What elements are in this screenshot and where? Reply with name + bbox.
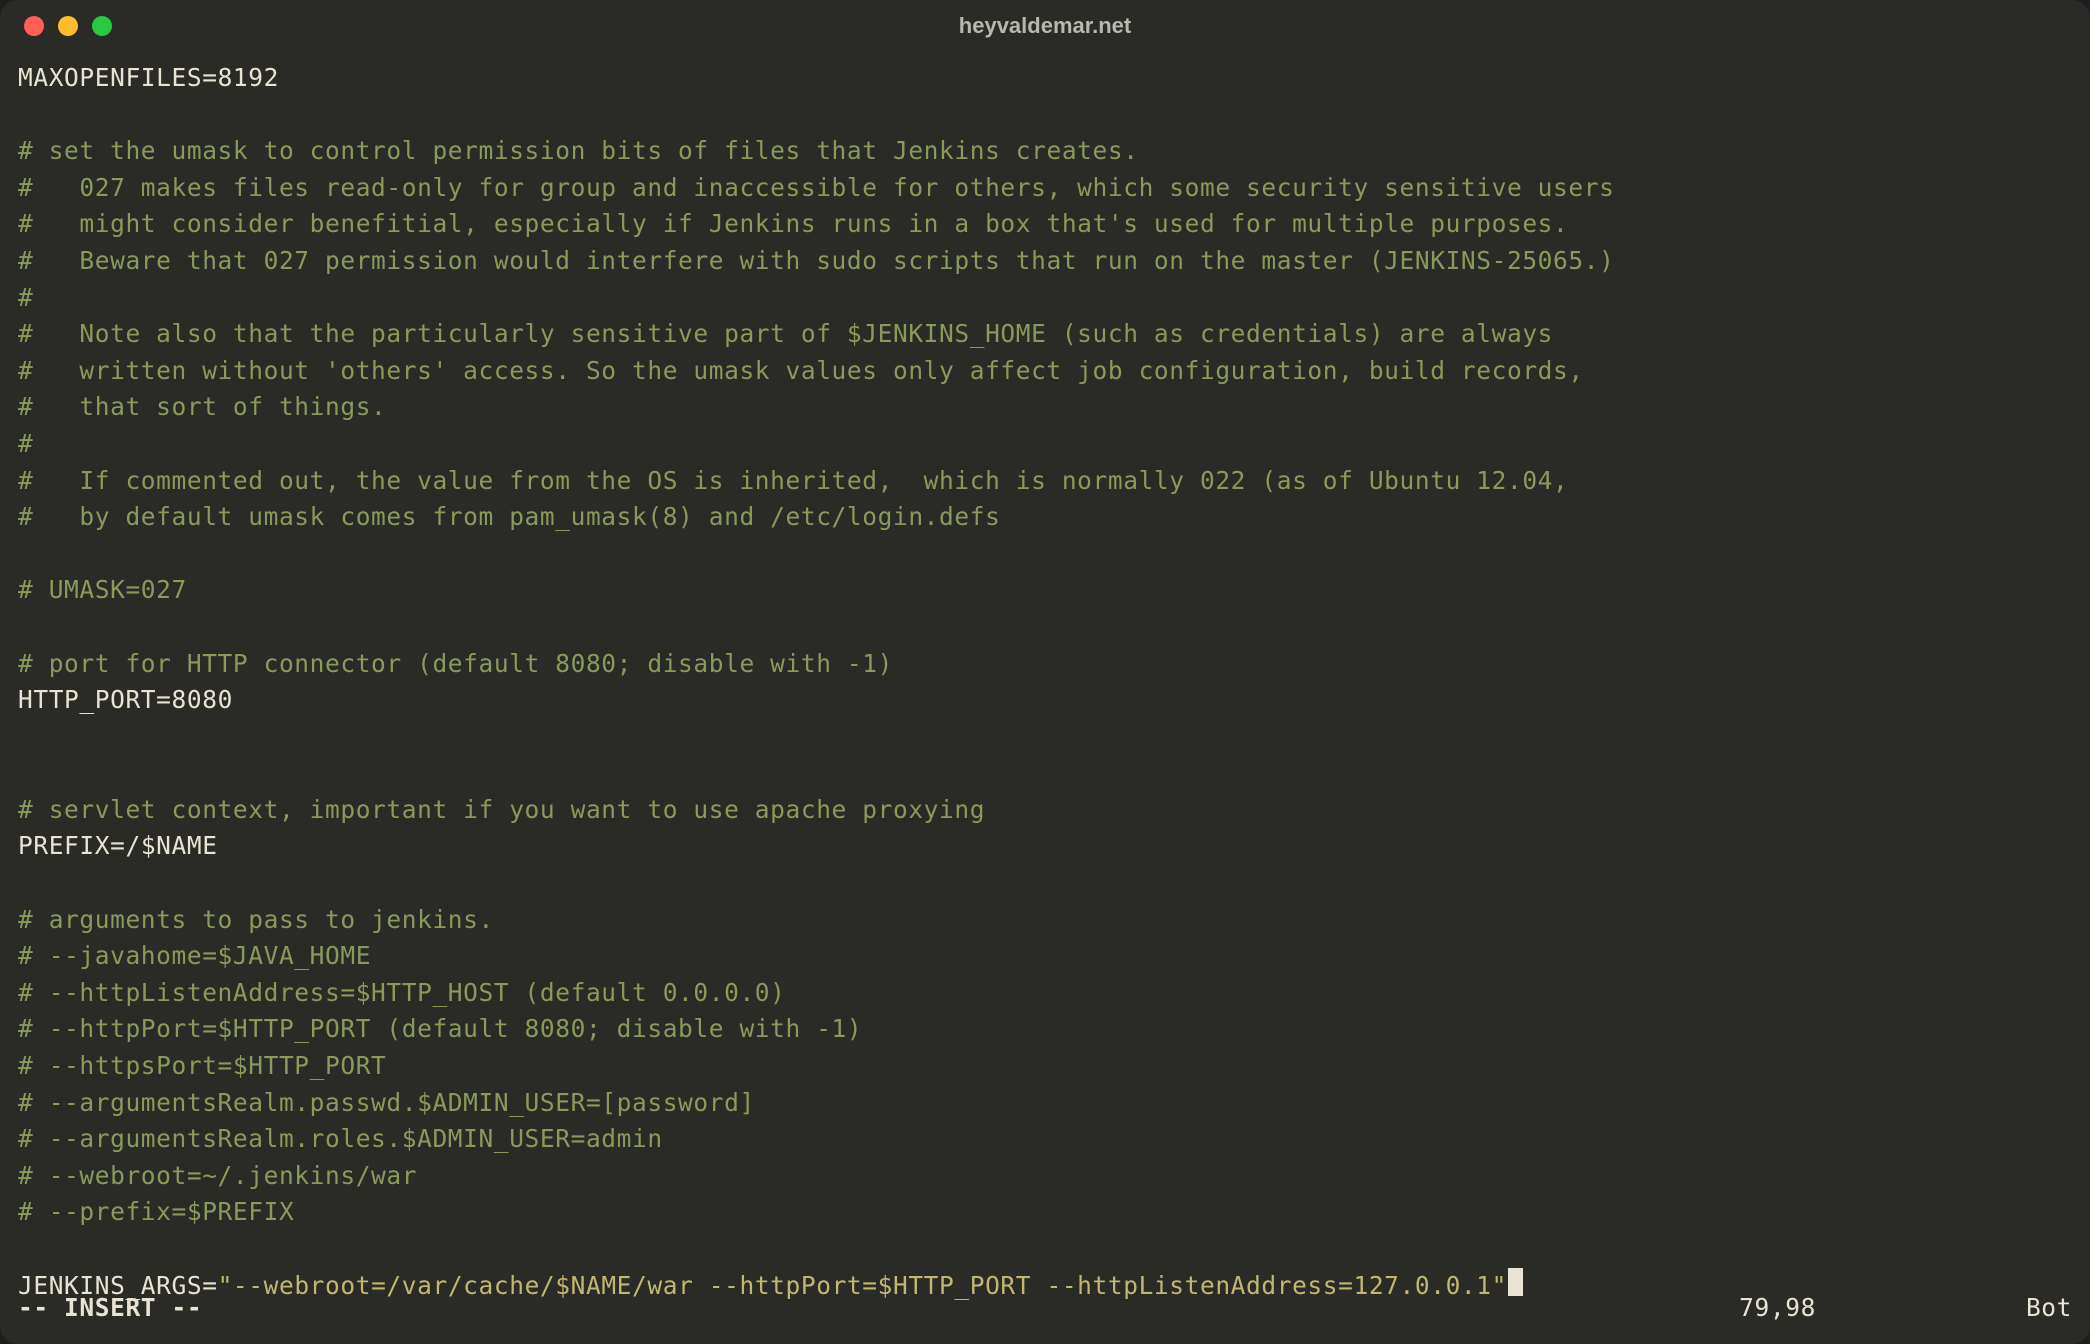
code-line: # written without 'others' access. So th… [18,353,2072,390]
comment-text: # --httpsPort=$HTTP_PORT [18,1051,386,1080]
code-line: MAXOPENFILES=8192 [18,60,2072,97]
window-title: heyvaldemar.net [959,13,1131,39]
code-line [18,755,2072,792]
comment-text: # --javahome=$JAVA_HOME [18,941,371,970]
comment-text: # 027 makes files read-only for group an… [18,173,1614,202]
comment-text: # --httpPort=$HTTP_PORT (default 8080; d… [18,1014,862,1043]
assign-value: 8192 [218,63,279,92]
comment-text: # port for HTTP connector (default 8080;… [18,649,893,678]
comment-text: # --prefix=$PREFIX [18,1197,294,1226]
vim-mode: -- INSERT -- [18,1293,202,1322]
comment-text: # [18,283,33,312]
comment-text: # --httpListenAddress=$HTTP_HOST (defaul… [18,978,786,1007]
code-line: # --prefix=$PREFIX [18,1194,2072,1231]
comment-text: # that sort of things. [18,392,386,421]
code-line: # Note also that the particularly sensit… [18,316,2072,353]
comment-text: # --webroot=~/.jenkins/war [18,1161,417,1190]
code-line: # --httpListenAddress=$HTTP_HOST (defaul… [18,975,2072,1012]
comment-text: # Note also that the particularly sensit… [18,319,1553,348]
code-line: # [18,426,2072,463]
assign-key: PREFIX [18,831,110,860]
comment-text: # If commented out, the value from the O… [18,466,1568,495]
code-line: # set the umask to control permission bi… [18,133,2072,170]
comment-text: # arguments to pass to jenkins. [18,905,494,934]
code-line: # by default umask comes from pam_umask(… [18,499,2072,536]
code-line: # 027 makes files read-only for group an… [18,170,2072,207]
terminal-window: heyvaldemar.net MAXOPENFILES=8192 # set t… [0,0,2090,1344]
code-line: # Beware that 027 permission would inter… [18,243,2072,280]
code-line [18,865,2072,902]
code-line: # [18,280,2072,317]
maximize-icon[interactable] [92,16,112,36]
code-line: # arguments to pass to jenkins. [18,902,2072,939]
terminal-content[interactable]: MAXOPENFILES=8192 # set the umask to cont… [0,52,2090,1304]
assign-key: HTTP_PORT [18,685,156,714]
code-line: # --webroot=~/.jenkins/war [18,1158,2072,1195]
code-line: # --argumentsRealm.passwd.$ADMIN_USER=[p… [18,1085,2072,1122]
code-line: # --httpPort=$HTTP_PORT (default 8080; d… [18,1011,2072,1048]
comment-text: # might consider benefitial, especially … [18,209,1568,238]
comment-text: # [18,429,33,458]
comment-text: # written without 'others' access. So th… [18,356,1584,385]
code-line: PREFIX=/$NAME [18,828,2072,865]
code-line: # servlet context, important if you want… [18,792,2072,829]
code-line: # might consider benefitial, especially … [18,206,2072,243]
code-line: # --httpsPort=$HTTP_PORT [18,1048,2072,1085]
assign-key: MAXOPENFILES [18,63,202,92]
comment-text: # by default umask comes from pam_umask(… [18,502,1000,531]
window-controls [24,16,112,36]
vim-cursor-position: 79,98 [1739,1293,1816,1322]
code-line: # --javahome=$JAVA_HOME [18,938,2072,975]
minimize-icon[interactable] [58,16,78,36]
code-line [18,609,2072,646]
vim-scroll-position: Bot [2026,1293,2072,1322]
code-line: # If commented out, the value from the O… [18,463,2072,500]
comment-text: # --argumentsRealm.roles.$ADMIN_USER=adm… [18,1124,663,1153]
code-line: # that sort of things. [18,389,2072,426]
cursor [1508,1268,1523,1296]
code-line [18,719,2072,756]
code-line: # port for HTTP connector (default 8080;… [18,646,2072,683]
vim-status-line: -- INSERT -- 79,98 Bot [18,1293,2072,1322]
code-line: # UMASK=027 [18,572,2072,609]
close-icon[interactable] [24,16,44,36]
comment-text: # set the umask to control permission bi… [18,136,1139,165]
code-line: HTTP_PORT=8080 [18,682,2072,719]
comment-text: # UMASK=027 [18,575,187,604]
code-line: # --argumentsRealm.roles.$ADMIN_USER=adm… [18,1121,2072,1158]
code-line [18,536,2072,573]
assign-value: /$NAME [125,831,217,860]
titlebar: heyvaldemar.net [0,0,2090,52]
code-line [18,97,2072,134]
comment-text: # servlet context, important if you want… [18,795,985,824]
comment-text: # --argumentsRealm.passwd.$ADMIN_USER=[p… [18,1088,755,1117]
code-line [18,1231,2072,1268]
assign-value: 8080 [172,685,233,714]
comment-text: # Beware that 027 permission would inter… [18,246,1614,275]
